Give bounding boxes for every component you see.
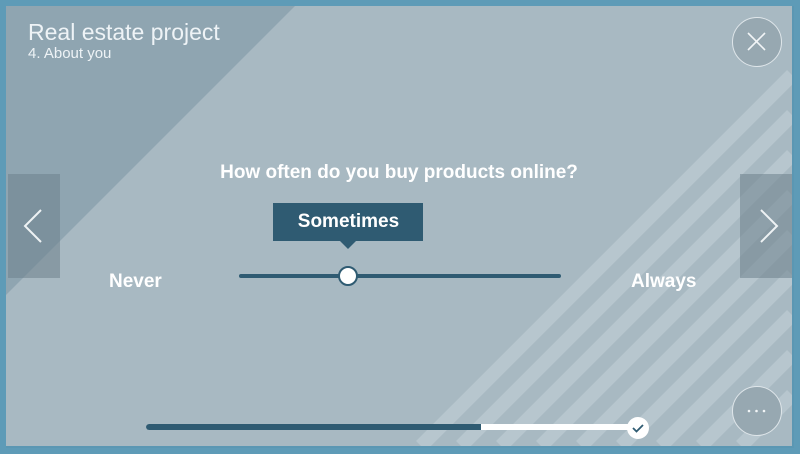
check-icon [632, 424, 644, 433]
section-subtitle: 4. About you [28, 45, 112, 62]
progress-fill [146, 424, 481, 430]
progress-end-marker [627, 417, 649, 439]
more-button[interactable] [732, 386, 782, 436]
slider-value-tooltip: Sometimes [273, 203, 424, 241]
slider-min-label: Never [109, 271, 162, 292]
question-text: How often do you buy products online? [220, 162, 578, 183]
chevron-right-icon [760, 209, 779, 243]
survey-frame: Real estate project 4. About you How oft… [6, 5, 792, 446]
project-title: Real estate project [28, 19, 220, 45]
close-button[interactable] [732, 17, 782, 67]
more-icon [747, 409, 766, 413]
slider-max-label: Always [631, 271, 697, 292]
close-icon [747, 32, 766, 51]
chevron-left-icon [23, 209, 42, 243]
next-button[interactable] [740, 174, 792, 278]
previous-button[interactable] [8, 174, 60, 278]
tooltip-arrow [340, 241, 357, 249]
header: Real estate project 4. About you [28, 19, 220, 63]
slider-track[interactable] [239, 274, 561, 278]
